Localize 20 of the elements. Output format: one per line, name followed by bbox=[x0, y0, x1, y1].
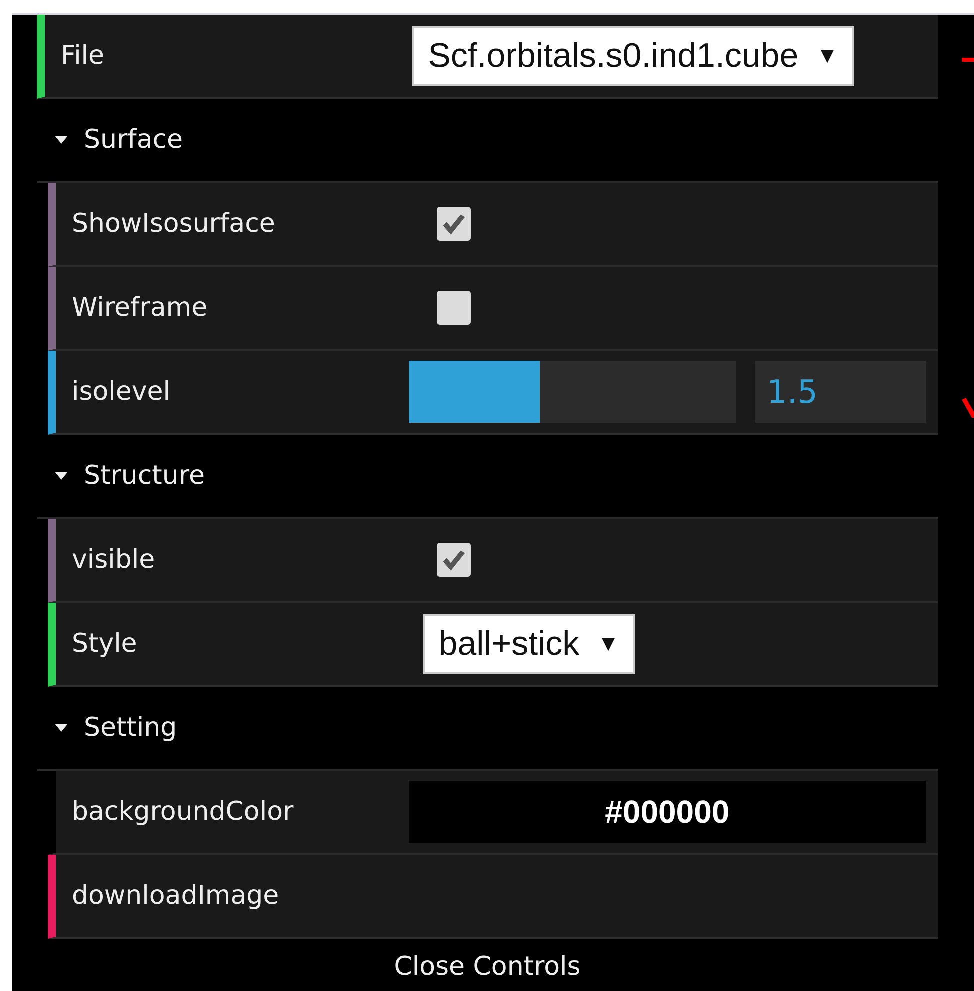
color-field[interactable]: #000000 bbox=[408, 781, 926, 843]
caret-icon bbox=[55, 136, 68, 144]
caret-icon bbox=[55, 472, 68, 480]
checkbox[interactable] bbox=[436, 291, 471, 325]
slider[interactable] bbox=[408, 361, 736, 423]
caret-icon bbox=[55, 724, 68, 732]
control-label: isolevel bbox=[71, 377, 172, 407]
control-label: Style bbox=[71, 629, 138, 659]
control-label: File bbox=[60, 41, 106, 71]
control-label: visible bbox=[71, 545, 156, 575]
checkbox[interactable] bbox=[436, 543, 471, 577]
function-button[interactable]: downloadImage bbox=[56, 881, 409, 911]
control-label: backgroundColor bbox=[71, 797, 295, 827]
control-label: ShowIsosurface bbox=[71, 209, 276, 239]
control-label: Wireframe bbox=[71, 293, 209, 323]
dropdown[interactable]: ball+stick ▼ bbox=[422, 614, 636, 674]
close-controls-button[interactable]: Close Controls bbox=[394, 939, 581, 989]
number-field[interactable]: 1.5 bbox=[754, 361, 926, 423]
checkbox[interactable] bbox=[436, 207, 471, 241]
dropdown[interactable]: Scf.orbitals.s0.ind1.cube ▼ bbox=[412, 26, 854, 86]
